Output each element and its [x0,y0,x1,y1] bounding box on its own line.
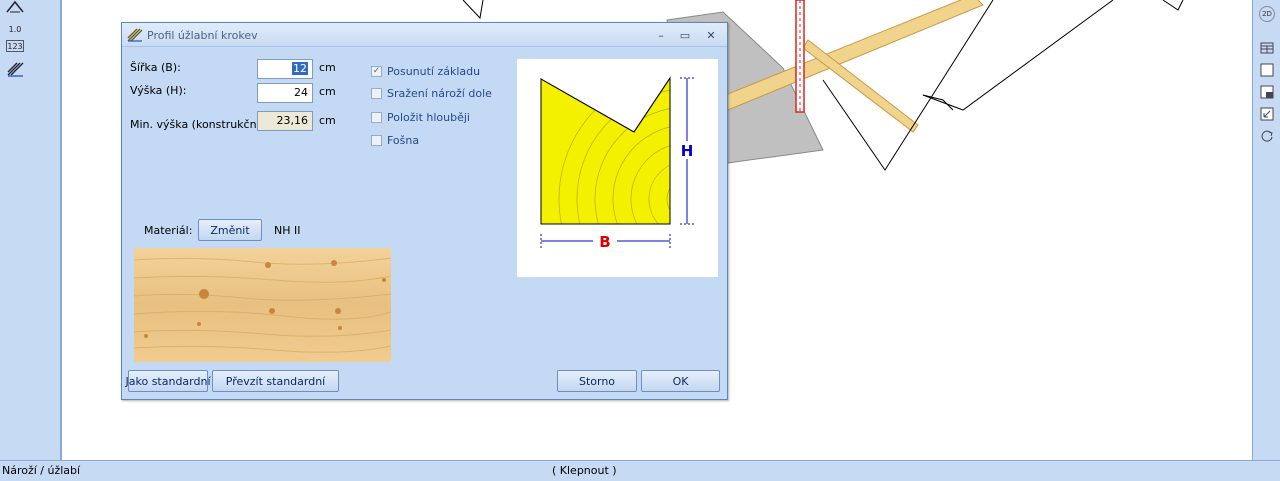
height-input[interactable]: 24 [257,83,313,103]
width-input[interactable]: 12 [257,59,313,79]
window-icon[interactable] [1259,84,1275,100]
checkbox-plank[interactable]: Fošna [371,134,419,147]
checkbox-shift-base[interactable]: ✓ Posunutí základu [371,65,480,78]
refresh-icon[interactable] [1259,128,1275,144]
view-2d-icon[interactable]: 2D [1259,6,1275,22]
min-height-unit: cm [319,114,336,127]
left-toolbar: 1.0 123 [0,0,62,460]
take-standard-button[interactable]: Převzít standardní [212,370,339,392]
ok-button[interactable]: OK [641,370,720,392]
profile-dialog: Profil úžlabní krokev – ▭ ✕ Šířka (B): 1… [121,22,728,400]
height-unit: cm [319,85,336,98]
numbering-tool-icon[interactable]: 123 [6,40,24,52]
frame-icon[interactable] [1259,62,1275,78]
status-bar: Nároží / úžlabí ( Klepnout ) [0,460,1280,481]
width-unit: cm [319,61,336,74]
dimension-h-label: H [681,142,694,160]
dimension-b-label: B [599,233,610,251]
wood-texture-preview [134,248,391,362]
checkbox-chamfer-ridge[interactable]: Sražení nároží dole [371,87,492,100]
rafter-profile-icon [127,28,143,42]
cancel-button[interactable]: Storno [557,370,637,392]
layers-icon[interactable] [1259,40,1275,56]
checkbox-checked-icon: ✓ [371,66,382,77]
status-mode: Nároží / úžlabí [2,464,81,477]
dimension-tool-icon[interactable]: 1.0 [4,20,26,38]
right-toolbar: 2D [1252,0,1280,460]
minimize-button[interactable]: – [653,27,669,43]
height-label: Výška (H): [130,84,187,97]
change-material-button[interactable]: Změnit [198,219,262,241]
dialog-title: Profil úžlabní krokev [147,29,258,42]
profile-preview: H B [517,59,718,277]
checkbox-lay-deeper[interactable]: Položit hlouběji [371,111,470,124]
material-value: NH II [274,224,301,237]
hatch-tool-icon[interactable] [4,60,26,78]
close-button[interactable]: ✕ [703,27,719,43]
material-label: Materiál: [144,224,193,237]
zoom-icon[interactable] [1259,106,1275,122]
width-label: Šířka (B): [130,61,181,74]
min-height-field: 23,16 [257,111,313,131]
as-standard-button[interactable]: Jako standardní [126,370,211,392]
dialog-titlebar[interactable]: Profil úžlabní krokev – ▭ ✕ [122,23,727,47]
status-hint: ( Klepnout ) [552,464,617,477]
min-height-label: Min. výška (konstrukční): [130,118,268,131]
maximize-button[interactable]: ▭ [677,27,693,43]
roof-tool-icon[interactable] [4,0,26,16]
